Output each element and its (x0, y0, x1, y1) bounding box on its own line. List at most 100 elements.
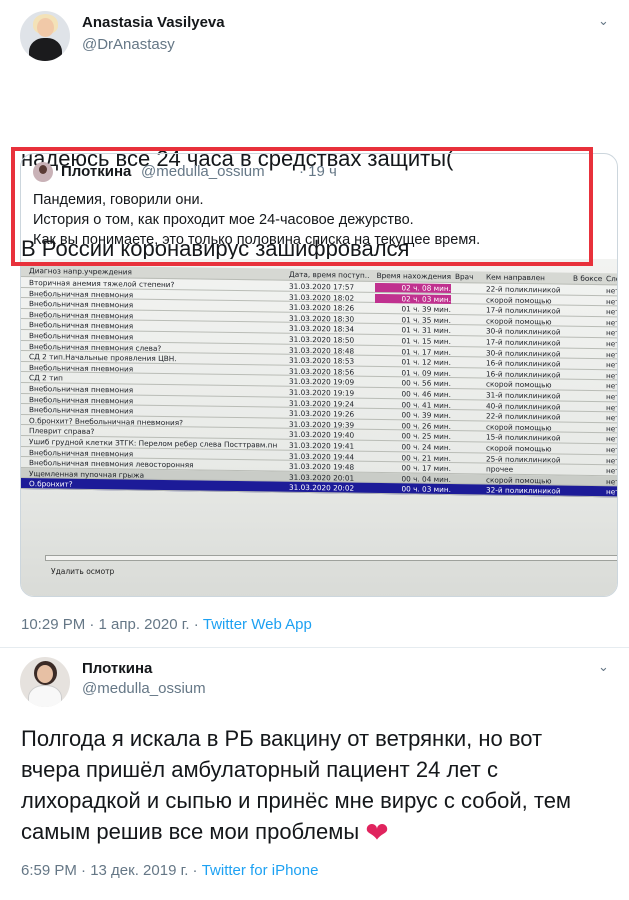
chevron-down-icon[interactable]: ⌄ (598, 659, 609, 675)
tweet-text-line: вчера пришёл амбулаторный пациент 24 лет… (21, 757, 498, 782)
table-header-cell: Врач (455, 272, 474, 282)
table-row-cell: 31.03.2020 19:40 (289, 430, 355, 440)
table-row-cell: 32-й поликлиникой (486, 485, 561, 496)
table-header-cell: В боксе (573, 273, 603, 284)
table-row-cell: прочее (486, 464, 514, 474)
table-row-cell: нет (606, 445, 618, 455)
table-row-cell: 22-й поликлиникой (486, 411, 561, 422)
table-row-cell: 25-й поликлиникой (486, 453, 561, 465)
author-name[interactable]: Anastasia Vasilyeva (82, 14, 225, 31)
table-row-cell: 31.03.2020 19:44 (289, 451, 355, 462)
table-row-cell: 31.03.2020 19:41 (289, 440, 355, 451)
table-row-cell: нет (606, 328, 618, 338)
table-row-cell: 31.03.2020 19:19 (289, 387, 355, 398)
highlight-box (11, 147, 593, 266)
tweet-meta: 10:29 PM · 1 апр. 2020 г. · Twitter Web … (21, 616, 312, 633)
chevron-down-icon[interactable]: ⌄ (598, 13, 609, 29)
heart-icon: ❤ (365, 817, 389, 848)
tweet-text-line: лихорадкой и сыпью и принёс мне вирус с … (21, 788, 572, 813)
monitor-screen: Диагноз напр.учреждения Дата, время посту… (21, 259, 618, 596)
table-row-cell: нет (606, 487, 618, 497)
table-row-cell: 01 ч. 35 мин. (401, 315, 452, 325)
table-row-cell: 31.03.2020 19:09 (289, 377, 355, 387)
scrollbar (45, 555, 617, 561)
delete-exam-button: Удалить осмотр (51, 567, 115, 576)
tweet-1: Anastasia Vasilyeva @DrAnastasy ⌄ надеюс… (0, 0, 629, 648)
table-row-cell: 31-й поликлиникой (486, 390, 561, 401)
table-row-cell: 00 ч. 46 мин. (401, 389, 452, 399)
table-row-cell: 01 ч. 15 мин. (401, 336, 452, 346)
tweet-time[interactable]: 10:29 PM · 1 апр. 2020 г. · (21, 616, 203, 633)
table-row-cell: скорой помощью (486, 443, 552, 454)
table-row-cell: 17-й поликлиникой (486, 305, 561, 316)
table-row-cell: 15-й поликлиникой (486, 432, 561, 443)
table-row-cell: 31.03.2020 19:26 (289, 408, 355, 419)
table-row-cell: скорой помощью (486, 316, 552, 327)
table-row-cell: нет (606, 402, 618, 412)
table-row-cell: 02 ч. 08 мин. (375, 282, 451, 294)
avatar[interactable] (20, 657, 70, 707)
table-row-cell: 01 ч. 12 мин. (401, 357, 452, 368)
table-row-cell: 00 ч. 56 мин. (401, 378, 452, 389)
table-row-cell: 01 ч. 31 мин. (401, 325, 452, 336)
table-row-cell: 16-й поликлиникой (486, 358, 561, 369)
table-row-cell: нет (606, 360, 618, 370)
table-row-cell: 30-й поликлиникой (486, 326, 561, 337)
table-row-cell: скорой помощью (486, 422, 552, 433)
table-row-cell: нет (606, 466, 618, 476)
table-row-cell: 31.03.2020 18:48 (289, 345, 355, 356)
table-row-cell: 31.03.2020 18:53 (289, 355, 355, 366)
table-row-cell: 31.03.2020 19:24 (289, 398, 355, 409)
tweet-text-line-end: самым решив все мои проблемы (21, 819, 360, 844)
tweet-text: Полгода я искала в РБ вакцину от ветрянк… (21, 723, 571, 848)
divider (0, 647, 629, 648)
table-row-cell: 31.03.2020 18:30 (289, 313, 355, 324)
patient-table: Диагноз напр.учреждения Дата, время посту… (21, 265, 618, 498)
table-row-cell: 31.03.2020 18:02 (289, 292, 355, 303)
table-row-cell: 31.03.2020 20:02 (289, 483, 355, 493)
table-row-cell: 31.03.2020 20:01 (289, 472, 355, 483)
table-row-cell: 40-й поликлиникой (486, 401, 561, 412)
table-header-cell: Дата, время поступ... (289, 269, 369, 280)
table-row-cell: 22-й поликлиникой (486, 284, 561, 295)
table-row-cell: 00 ч. 17 мин. (401, 463, 452, 474)
table-row-cell: 31.03.2020 18:34 (289, 324, 355, 335)
table-row-cell: 00 ч. 25 мин. (401, 431, 452, 442)
tweet-meta: 6:59 PM · 13 дек. 2019 г. · Twitter for … (21, 862, 318, 879)
table-row-cell: нет (606, 370, 618, 381)
table-row-cell: нет (606, 307, 618, 317)
table-row-cell: 01 ч. 17 мин. (401, 346, 452, 357)
table-row-cell: 01 ч. 39 мин. (401, 304, 452, 315)
tweet-time[interactable]: 6:59 PM · 13 дек. 2019 г. · (21, 862, 202, 879)
author-handle[interactable]: @DrAnastasy (82, 36, 175, 53)
table-row-cell: скорой помощью (486, 475, 552, 486)
table-header-cell: Кем направлен (486, 272, 545, 283)
table-row-cell: 01 ч. 09 мин. (401, 368, 452, 378)
table-row-cell: нет (606, 476, 618, 487)
table-row-cell: нет (606, 413, 618, 423)
table-row-cell: нет (606, 423, 618, 434)
tweet-source[interactable]: Twitter Web App (203, 616, 312, 633)
table-row-cell: 00 ч. 04 мин. (401, 474, 452, 484)
avatar[interactable] (20, 11, 70, 61)
table-row-cell: 31.03.2020 17:57 (289, 281, 355, 292)
table-row-cell: 31.03.2020 19:39 (289, 419, 355, 430)
table-row-cell: 17-й поликлиникой (486, 337, 561, 348)
table-row-cell: 00 ч. 21 мин. (401, 452, 452, 463)
tweet-text-line: Полгода я искала в РБ вакцину от ветрянк… (21, 726, 543, 751)
tweet-source[interactable]: Twitter for iPhone (202, 862, 319, 879)
table-row-cell: нет (606, 286, 618, 296)
table-header-cell: Сле (606, 274, 618, 284)
table-row-cell: 00 ч. 26 мин. (401, 421, 452, 431)
table-row-cell: 00 ч. 39 мин. (401, 410, 452, 421)
table-row-cell: 16-й поликлиникой (486, 369, 561, 380)
author-name[interactable]: Плоткина (82, 660, 152, 677)
table-row-cell: нет (606, 392, 618, 402)
author-handle[interactable]: @medulla_ossium (82, 680, 206, 697)
table-row-cell: 30-й поликлиникой (486, 348, 561, 359)
quoted-photo[interactable]: Диагноз напр.учреждения Дата, время посту… (21, 259, 618, 596)
table-row-cell: нет (606, 349, 618, 359)
table-row-cell: 31.03.2020 19:48 (289, 461, 355, 472)
table-row-cell: 02 ч. 03 мин. (375, 293, 451, 304)
table-row-cell: 00 ч. 24 мин. (401, 442, 452, 452)
